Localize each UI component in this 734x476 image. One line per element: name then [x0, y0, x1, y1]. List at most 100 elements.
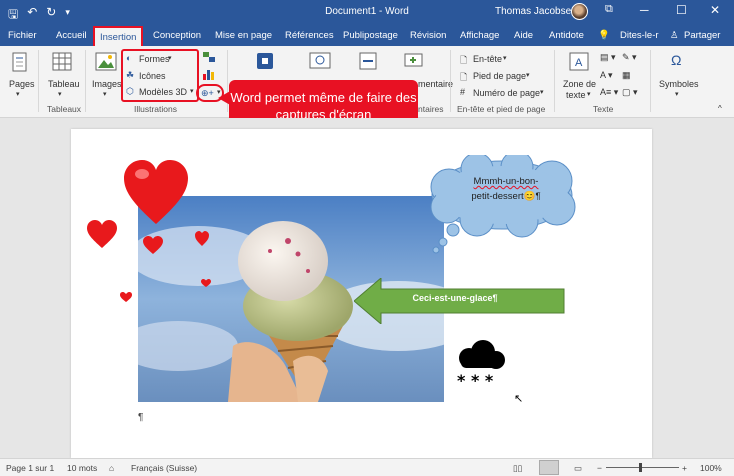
tab-aide[interactable]: Aide [514, 30, 533, 41]
tab-references[interactable]: Références [285, 30, 334, 41]
zone-de-texte-button-line2[interactable]: texte [566, 90, 586, 100]
video-icon[interactable] [309, 52, 331, 70]
zoom-slider[interactable] [606, 467, 679, 468]
tab-mise-en-page[interactable]: Mise en page [215, 30, 272, 41]
avatar[interactable] [571, 3, 588, 20]
entete-button[interactable]: En-tête [473, 54, 502, 64]
smiley-emoji: 😊 [523, 191, 536, 202]
group-tableaux-label: Tableaux [47, 104, 82, 114]
web-layout-icon[interactable]: ▭ [574, 463, 582, 474]
chevron-down-icon[interactable]: ▾ [190, 87, 194, 95]
tab-publipostage[interactable]: Publipostage [343, 30, 398, 41]
icones-button[interactable]: Icônes [139, 71, 166, 81]
page-count[interactable]: Page 1 sur 1 [6, 463, 54, 473]
user-name[interactable]: Thomas Jacobsen [495, 6, 577, 17]
chevron-down-icon[interactable]: ▾ [16, 90, 20, 98]
bubble-line-1: Mmmh-un-bon- [473, 176, 539, 187]
chevron-down-icon[interactable]: ▾ [587, 90, 591, 98]
numero-de-page-button[interactable]: Numéro de page [473, 88, 540, 98]
table-icon [52, 52, 72, 71]
arrow-text: Ceci-est-une-glace¶ [412, 293, 498, 303]
symboles-button[interactable]: Symboles [659, 79, 699, 89]
proofing-icon[interactable]: ⌂ [109, 463, 114, 473]
heart-icon[interactable] [201, 279, 211, 288]
smartart-icon[interactable] [202, 51, 216, 63]
chevron-down-icon[interactable]: ▾ [503, 54, 507, 62]
tab-antidote[interactable]: Antidote [549, 30, 584, 41]
header-icon: 🗋 [460, 55, 468, 65]
tab-accueil[interactable]: Accueil [56, 30, 87, 41]
chevron-down-icon[interactable]: ▾ [168, 54, 172, 62]
print-layout-icon[interactable] [539, 460, 559, 475]
store-icon[interactable] [256, 52, 274, 70]
dropcap-icon[interactable]: A≡ ▾ [600, 87, 618, 98]
minimize-icon[interactable]: ─ [640, 3, 649, 17]
thought-bubble[interactable] [427, 155, 582, 255]
word-count[interactable]: 10 mots [67, 463, 97, 473]
collapse-ribbon-icon[interactable]: ^ [718, 104, 722, 113]
separator [650, 50, 651, 112]
tab-conception[interactable]: Conception [153, 30, 201, 41]
chevron-down-icon[interactable]: ▾ [675, 90, 679, 98]
object-icon[interactable]: ▢ ▾ [622, 87, 638, 98]
svg-text:A: A [575, 57, 583, 69]
page-number-icon: # [460, 87, 466, 97]
comment-icon[interactable] [404, 52, 424, 70]
screenshot-icon[interactable]: ⊕+ [201, 88, 214, 99]
tableau-button[interactable]: Tableau [48, 79, 80, 89]
heart-icon[interactable] [124, 160, 188, 226]
commentaire-button[interactable]: mentaire [418, 79, 453, 89]
chevron-down-icon[interactable]: ▾ [103, 90, 107, 98]
zoom-level[interactable]: 100% [700, 463, 722, 473]
modeles-3d-button[interactable]: Modèles 3D [139, 87, 187, 97]
heart-icon[interactable] [195, 231, 209, 247]
bubble-line-2-text: petit-dessert [471, 191, 524, 202]
bubble-line-2: petit-dessert😊¶ [456, 189, 556, 204]
chevron-down-icon[interactable]: ▾ [58, 90, 62, 98]
status-bar: Page 1 sur 1 10 mots ⌂ Français (Suisse)… [0, 458, 734, 476]
chart-icon[interactable] [202, 68, 216, 80]
chevron-down-icon[interactable]: ▾ [526, 71, 530, 79]
read-mode-icon[interactable]: ▯▯ [513, 463, 522, 474]
window-title: Document1 - Word [325, 6, 409, 17]
wordart-icon[interactable]: A ▾ [600, 70, 613, 81]
images-button[interactable]: Images [92, 79, 122, 89]
tab-affichage[interactable]: Affichage [460, 30, 499, 41]
separator [554, 50, 555, 112]
heart-icon[interactable] [87, 220, 117, 249]
zone-de-texte-button[interactable]: Zone de [563, 79, 596, 89]
share-button[interactable]: Partager [684, 30, 720, 41]
link-icon[interactable] [359, 52, 377, 70]
image-icon [95, 52, 117, 71]
lightbulb-icon: 💡 [598, 30, 610, 41]
formes-button[interactable]: Formes [139, 54, 170, 64]
shapes-icon: ◐ [126, 53, 132, 63]
close-icon[interactable]: ✕ [710, 3, 720, 17]
pages-button[interactable]: Pages [9, 79, 35, 89]
signature-icon[interactable]: ✎ ▾ [622, 52, 637, 63]
tab-fichier[interactable]: Fichier [8, 30, 37, 41]
zoom-slider-thumb[interactable] [639, 463, 642, 472]
zoom-out-icon[interactable]: − [597, 463, 602, 473]
person-icon: ♙ [670, 30, 679, 41]
tab-revision[interactable]: Révision [410, 30, 446, 41]
heart-icon[interactable] [143, 236, 163, 255]
datetime-icon[interactable]: ▦ [622, 70, 631, 81]
footer-icon: 🗋 [460, 72, 468, 82]
pied-de-page-button[interactable]: Pied de page [473, 71, 526, 81]
language[interactable]: Français (Suisse) [131, 463, 197, 473]
group-illustrations-label: Illustrations [134, 104, 177, 114]
tab-insertion[interactable]: Insertion [93, 26, 144, 46]
tell-me-search[interactable]: Dites-le-r [620, 30, 659, 41]
maximize-icon[interactable]: ☐ [676, 3, 687, 17]
quickparts-icon[interactable]: ▤ ▾ [600, 52, 616, 63]
icons-icon: ☘ [126, 70, 135, 80]
ribbon-display-icon[interactable]: ⧉ [605, 3, 613, 16]
heart-icon[interactable] [120, 292, 132, 303]
separator [450, 50, 451, 112]
bubble-text[interactable]: Mmmh-un-bon- petit-dessert😊¶ [456, 174, 556, 204]
group-commentaires-label: ntaires [418, 104, 444, 114]
snow-cloud-icon[interactable]: * * * [453, 340, 509, 390]
zoom-in-icon[interactable]: + [682, 463, 687, 473]
chevron-down-icon[interactable]: ▾ [540, 88, 544, 96]
